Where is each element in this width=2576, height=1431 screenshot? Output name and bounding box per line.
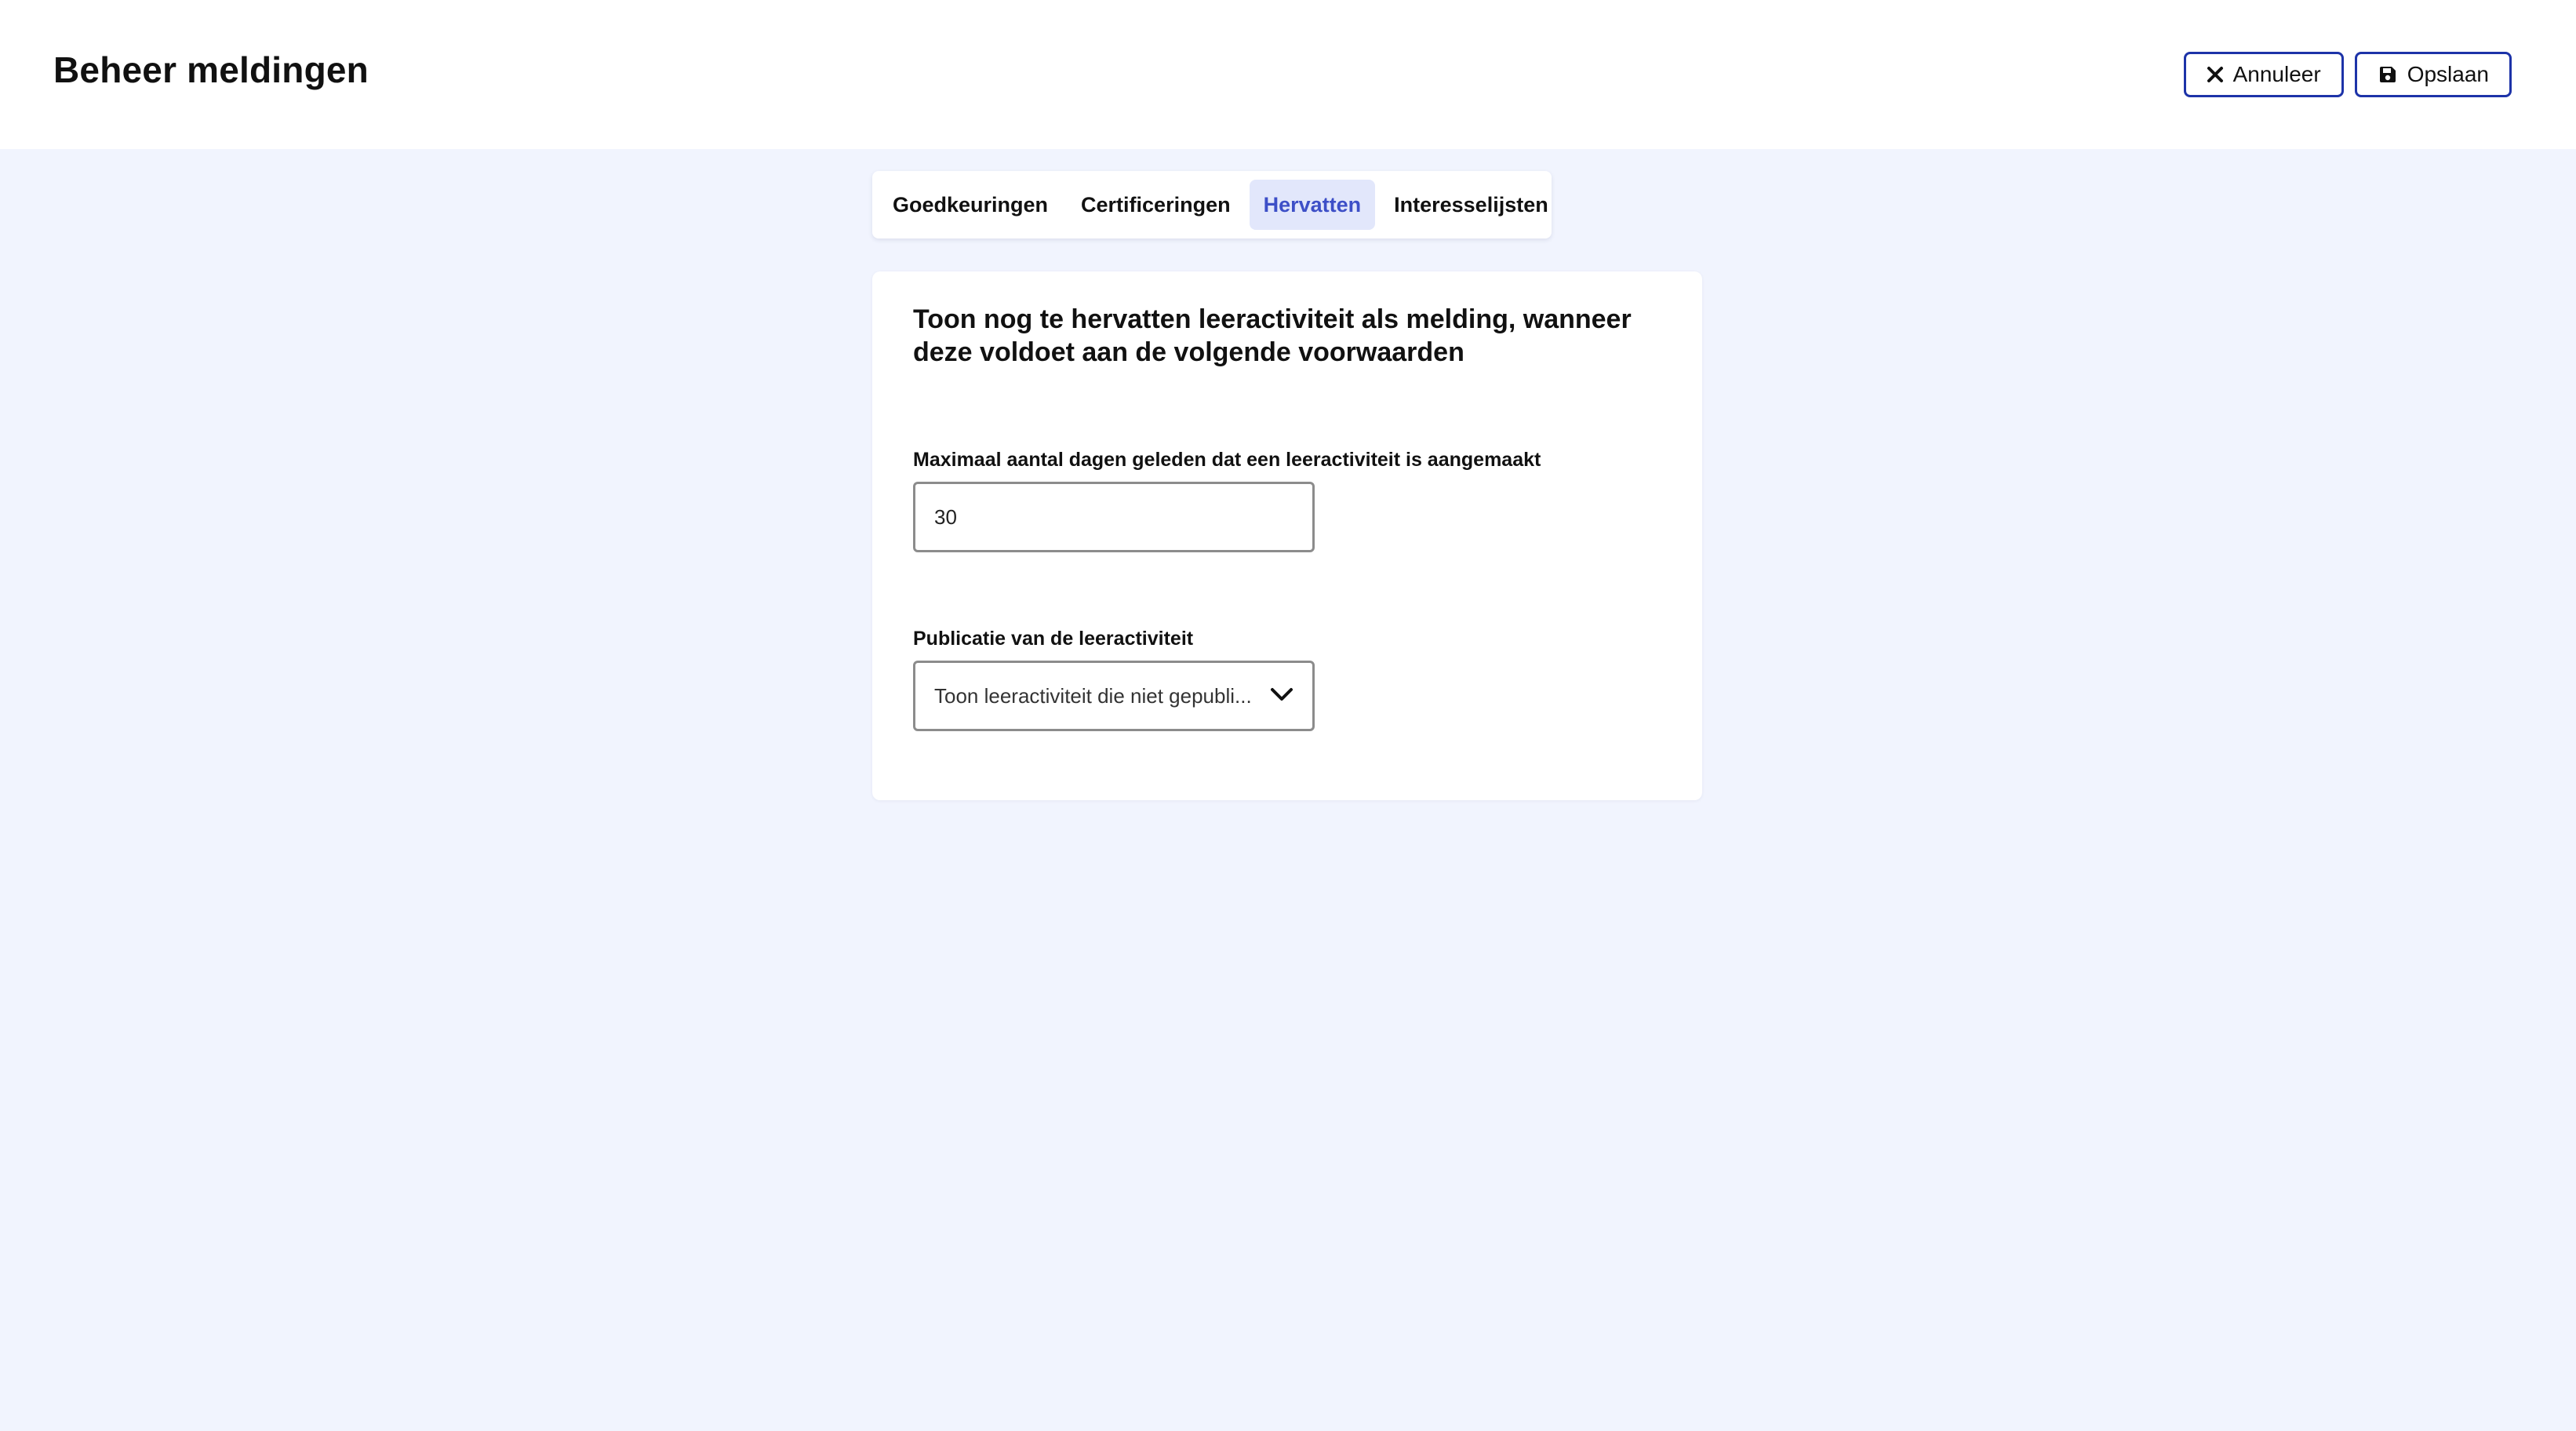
top-bar: Beheer meldingen Annuleer Opslaan [0, 0, 2576, 149]
cancel-button[interactable]: Annuleer [2183, 52, 2344, 97]
tab-certificeringen[interactable]: Certificeringen [1067, 180, 1245, 230]
publication-select-value: Toon leeractiviteit die niet gepubli... [934, 683, 1252, 708]
page-title: Beheer meldingen [53, 49, 369, 90]
card-title: Toon nog te hervatten leeractiviteit als… [913, 304, 1632, 367]
header-actions: Annuleer Opslaan [2183, 52, 2512, 97]
tab-bar: Goedkeuringen Certificeringen Hervatten … [872, 171, 1552, 238]
max-days-input[interactable] [913, 482, 1315, 552]
max-days-label: Maximaal aantal dagen geleden dat een le… [913, 449, 1541, 471]
tab-goedkeuringen[interactable]: Goedkeuringen [879, 180, 1062, 230]
save-icon [2378, 64, 2398, 85]
chevron-down-icon [1270, 686, 1293, 706]
close-icon [2207, 66, 2224, 83]
publication-select[interactable]: Toon leeractiviteit die niet gepubli... [913, 661, 1315, 731]
tab-interesselijsten[interactable]: Interesselijsten [1380, 180, 1563, 230]
save-button-label: Opslaan [2407, 62, 2489, 86]
tab-hervatten[interactable]: Hervatten [1249, 180, 1376, 230]
publication-label: Publicatie van de leeractiviteit [913, 628, 1194, 650]
save-button[interactable]: Opslaan [2354, 52, 2512, 97]
settings-card: Toon nog te hervatten leeractiviteit als… [872, 271, 1702, 800]
cancel-button-label: Annuleer [2232, 62, 2321, 86]
